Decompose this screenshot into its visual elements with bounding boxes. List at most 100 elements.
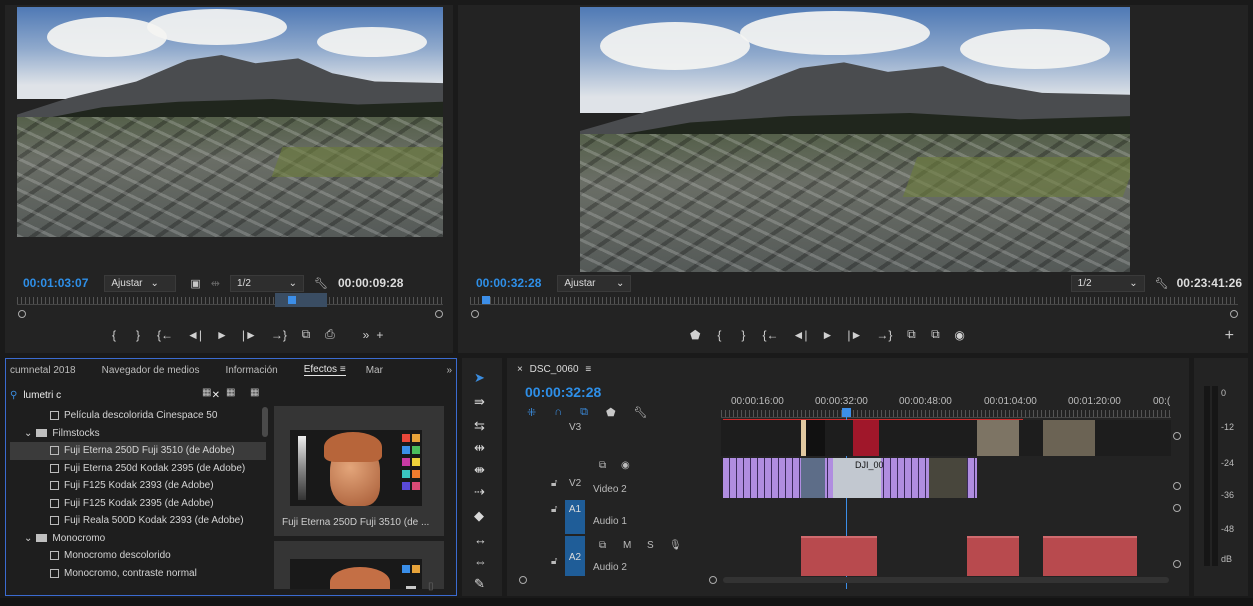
timeline-zoom-handle-left[interactable] <box>519 576 527 584</box>
toggle-sync-icon[interactable]: ⧉ <box>599 540 606 551</box>
lock-icon[interactable]: 🔓︎ <box>551 504 557 515</box>
step-forward-button[interactable]: |► <box>242 328 257 342</box>
go-to-out-button[interactable]: →} <box>271 328 287 342</box>
more-tabs-icon[interactable]: » <box>446 365 452 376</box>
source-playhead[interactable] <box>288 296 296 304</box>
source-inout-range[interactable] <box>275 293 327 307</box>
effects-folder[interactable]: ⌄ Monocromo <box>10 530 266 548</box>
timeline-scrollbar[interactable] <box>723 577 1169 583</box>
program-playhead[interactable] <box>482 296 490 304</box>
lock-icon[interactable]: 🔓︎ <box>551 556 557 567</box>
wrench-icon[interactable]: 🔧︎ <box>314 277 328 290</box>
track-zoom-handle[interactable] <box>1173 482 1181 490</box>
track-id-v2[interactable]: V2 <box>569 478 581 489</box>
lock-icon[interactable]: 🔓︎ <box>551 478 557 489</box>
timeline-settings-icon[interactable]: 🔧︎ <box>634 406 648 419</box>
add-marker-icon[interactable]: ⬟ <box>606 406 616 419</box>
effect-item[interactable]: Monocromo descolorido <box>10 547 266 565</box>
track-id-a2[interactable]: A2 <box>565 536 585 576</box>
program-zoom-handle-right[interactable] <box>1230 310 1238 318</box>
settings-icon[interactable]: ▣ <box>190 277 200 290</box>
go-to-out-button[interactable]: →} <box>876 328 892 342</box>
video-clip[interactable] <box>853 420 879 456</box>
rolling-edit-tool-icon[interactable]: ⇹ <box>474 440 485 456</box>
overwrite-button[interactable]: ⎙ <box>325 327 335 342</box>
menu-icon[interactable]: ≡ <box>340 364 346 375</box>
new-folder-icon[interactable]: ▬ <box>406 581 416 592</box>
go-to-in-button[interactable]: {← <box>762 328 778 342</box>
program-video-frame[interactable] <box>580 7 1130 272</box>
track-id-a1[interactable]: A1 <box>565 500 585 534</box>
add-marker-button[interactable]: ⬟ <box>690 328 700 342</box>
video-clip[interactable] <box>1043 420 1095 456</box>
pen-tool-icon[interactable]: ⇔ <box>474 554 487 569</box>
effect-item[interactable]: Película descolorida Cinespace 50 <box>10 407 266 425</box>
accelerated-effects-icon[interactable]: ▦ <box>202 387 211 398</box>
effect-item[interactable]: Monocromo, contraste normal <box>10 565 266 583</box>
button-editor-plus[interactable]: + <box>1225 327 1234 345</box>
video-clip[interactable] <box>801 420 825 456</box>
effects-search-input[interactable]: lumetri c <box>23 390 61 401</box>
tab-effects[interactable]: Efectos ≡ <box>303 364 346 376</box>
rate-stretch-tool-icon[interactable]: ⇼ <box>474 462 485 478</box>
track-id-v3[interactable]: V3 <box>569 422 581 433</box>
toggle-sync-icon[interactable]: ⧉ <box>599 460 606 471</box>
32bit-effects-icon[interactable]: ▦ <box>226 387 235 398</box>
track-zoom-handle[interactable] <box>1173 432 1181 440</box>
sequence-tab[interactable]: × DSC_0060 ≡ <box>517 364 591 375</box>
tab-project[interactable]: cumnetal 2018 <box>10 365 76 376</box>
track-lane-v2[interactable]: DJI_00 <box>721 458 1171 498</box>
source-fit-dropdown[interactable]: Ajustar ⌄ <box>104 274 177 292</box>
extract-button[interactable]: ⧉ <box>930 327 940 342</box>
mark-out-button[interactable]: } <box>133 328 143 342</box>
step-forward-button[interactable]: |► <box>847 328 862 342</box>
hand-tool-icon[interactable]: ✎ <box>474 576 485 592</box>
track-lane-a1[interactable] <box>721 500 1171 534</box>
timeline-playhead-handle[interactable] <box>842 408 851 417</box>
source-resolution-dropdown[interactable]: 1/2 ⌄ <box>230 274 305 292</box>
program-time-ruler[interactable] <box>470 297 1238 305</box>
lift-button[interactable]: ⧉ <box>906 327 916 342</box>
track-zoom-handle[interactable] <box>1173 504 1181 512</box>
insert-button[interactable]: ⧉ <box>301 327 311 342</box>
linked-selection-icon[interactable]: ⧉ <box>580 406 588 419</box>
link-icon[interactable]: ⇹ <box>211 277 220 290</box>
effects-search[interactable]: ⚲ lumetri c ✕ <box>10 387 220 403</box>
video-clip[interactable] <box>801 458 825 498</box>
wrench-icon[interactable]: 🔧︎ <box>1155 277 1169 290</box>
audio-clip[interactable] <box>1043 536 1137 576</box>
video-clip[interactable] <box>977 420 1019 456</box>
program-zoom-handle-left[interactable] <box>471 310 479 318</box>
effect-item[interactable]: Fuji F125 Kodak 2395 (de Adobe) <box>10 495 266 513</box>
source-timecode[interactable]: 00:01:03:07 <box>23 276 88 290</box>
program-resolution-dropdown[interactable]: 1/2 ⌄ <box>1070 274 1145 292</box>
yuv-effects-icon[interactable]: ▦ <box>250 387 259 398</box>
eye-icon[interactable]: ◉ <box>621 460 630 471</box>
chevron-down-icon[interactable]: ⌄ <box>24 428 32 439</box>
go-to-in-button[interactable]: {← <box>157 328 173 342</box>
source-zoom-handle-right[interactable] <box>435 310 443 318</box>
track-lane-a2[interactable] <box>721 536 1171 576</box>
track-zoom-handle[interactable] <box>1173 560 1181 568</box>
tab-info[interactable]: Información <box>225 365 277 376</box>
source-time-ruler[interactable] <box>17 297 443 305</box>
video-clip[interactable] <box>929 458 967 498</box>
menu-icon[interactable]: ≡ <box>585 364 591 375</box>
snap-icon[interactable]: ∩ <box>554 406 562 419</box>
tab-markers[interactable]: Mar <box>366 365 383 376</box>
track-select-tool-icon[interactable]: ⇛ <box>474 394 485 410</box>
play-button[interactable]: ► <box>821 328 833 342</box>
step-back-button[interactable]: ◄| <box>792 328 807 342</box>
close-icon[interactable]: × <box>517 364 523 375</box>
razor-tool-icon[interactable]: ⇢ <box>474 484 485 500</box>
solo-button[interactable]: S <box>647 540 654 551</box>
effects-folder[interactable]: ⌄ Filmstocks <box>10 425 266 443</box>
mark-out-button[interactable]: } <box>738 328 748 342</box>
chevron-down-icon[interactable]: ⌄ <box>24 533 32 544</box>
mark-in-button[interactable]: { <box>109 328 119 342</box>
selection-tool-icon[interactable]: ➤ <box>474 370 485 386</box>
effect-item[interactable]: Fuji Reala 500D Kodak 2393 (de Adobe) <box>10 512 266 530</box>
more-controls-button[interactable]: » <box>361 328 371 342</box>
tab-media-browser[interactable]: Navegador de medios <box>102 365 200 376</box>
nest-icon[interactable]: ⁜ <box>527 406 536 419</box>
